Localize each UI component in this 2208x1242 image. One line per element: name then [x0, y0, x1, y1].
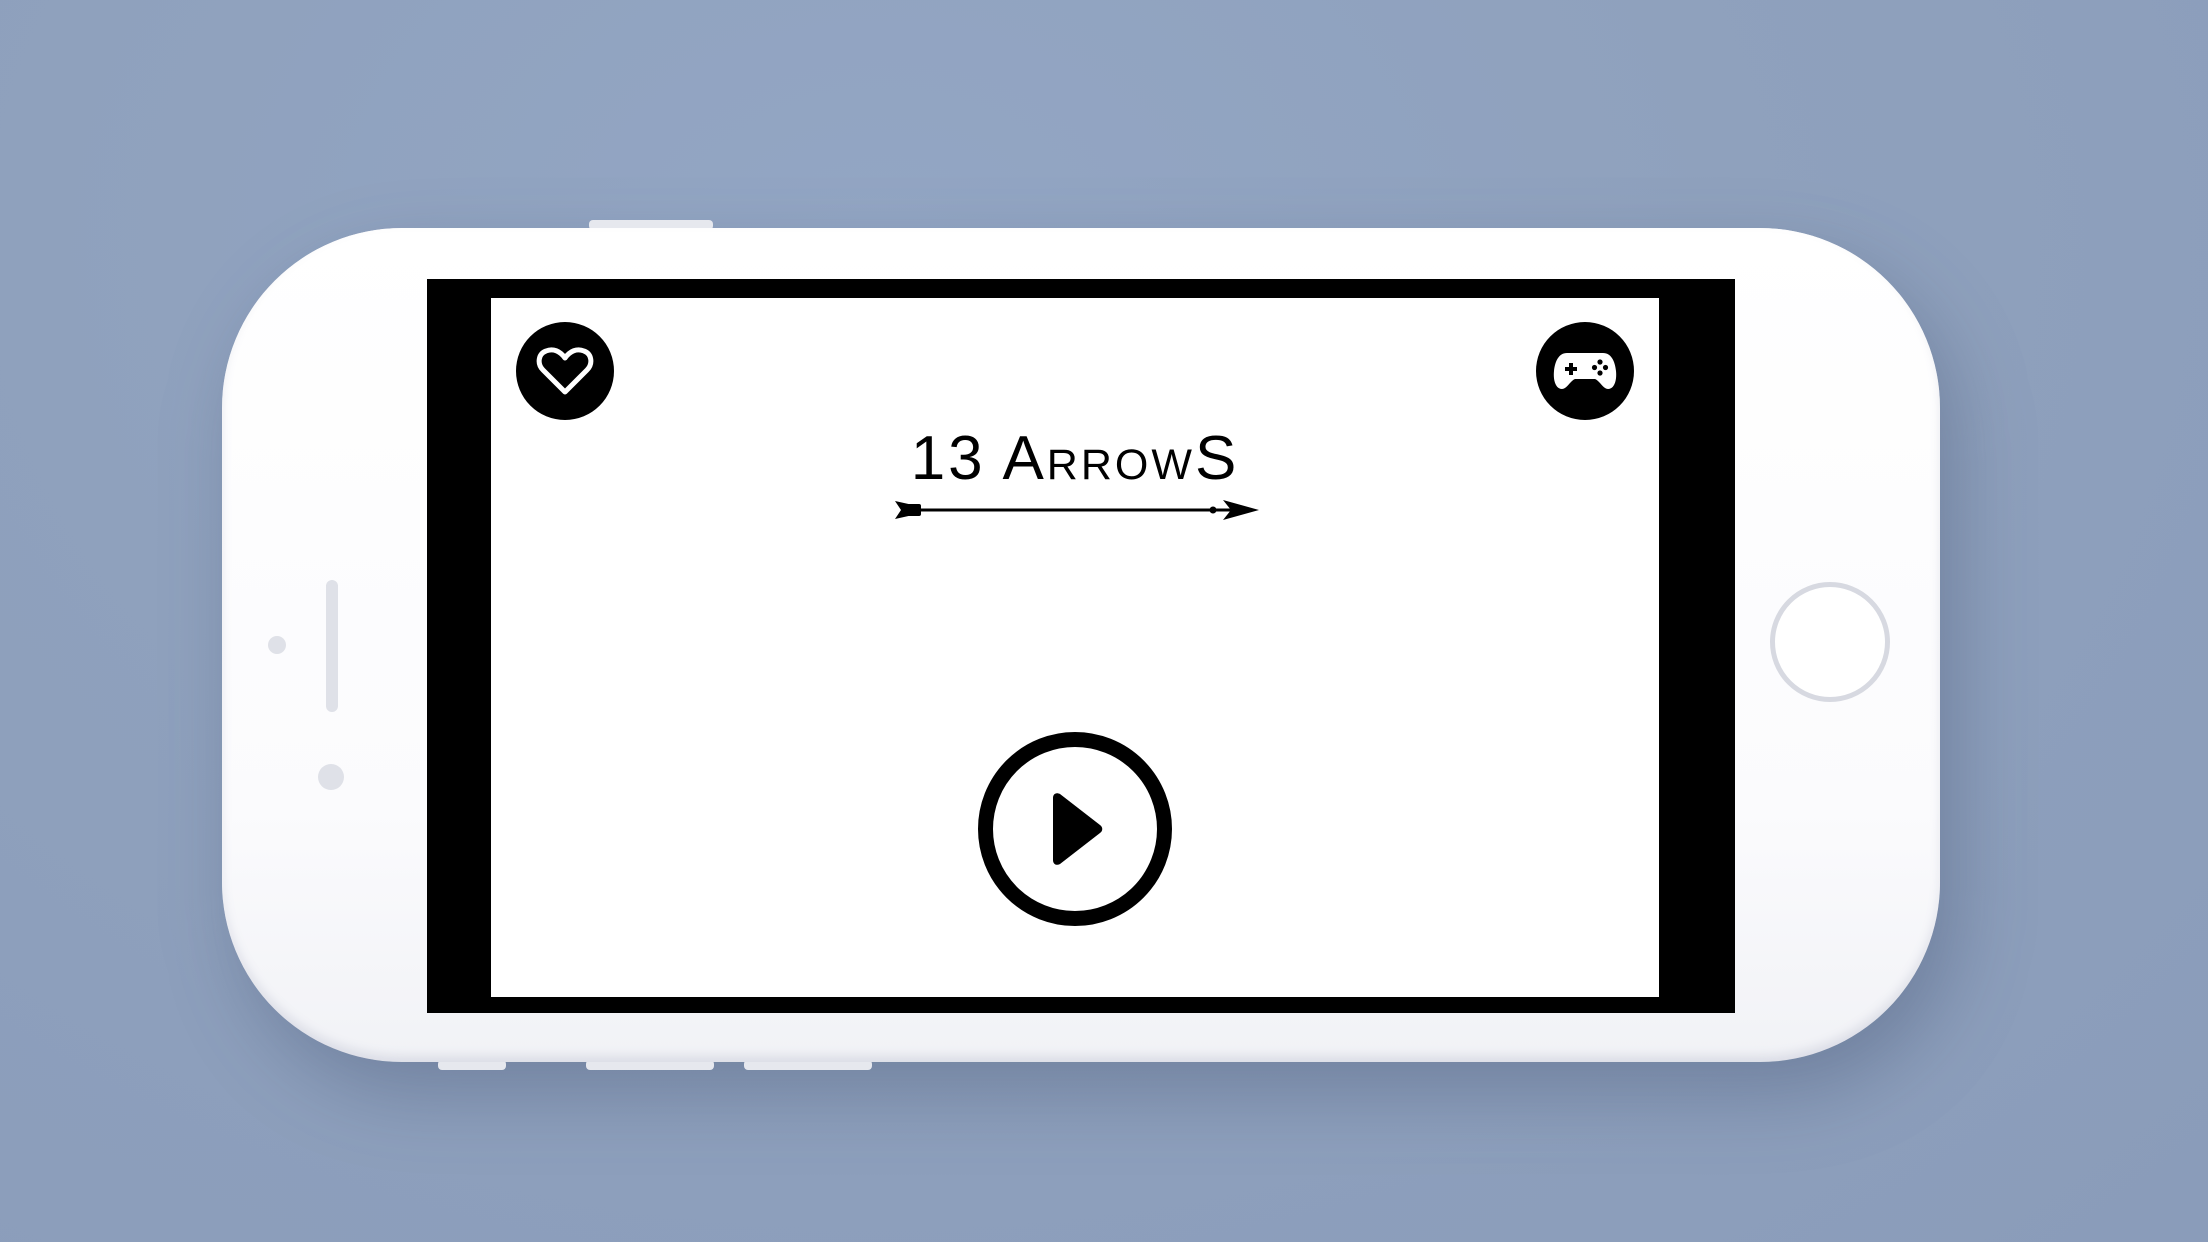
favorite-button[interactable] — [516, 322, 614, 420]
more-games-button[interactable] — [1536, 322, 1634, 420]
title-area: 13 ArrowS — [491, 428, 1659, 490]
play-button[interactable] — [978, 732, 1172, 926]
play-icon — [1053, 793, 1103, 865]
gamepad-icon — [1553, 353, 1617, 389]
game-screen: 13 ArrowS — [491, 298, 1659, 997]
home-button[interactable] — [1770, 582, 1890, 702]
front-camera — [268, 636, 286, 654]
title-arrow-icon — [895, 500, 1259, 520]
earpiece-speaker — [326, 580, 338, 712]
proximity-sensor — [318, 764, 344, 790]
heart-icon — [536, 347, 594, 395]
game-title: 13 ArrowS — [910, 424, 1240, 493]
